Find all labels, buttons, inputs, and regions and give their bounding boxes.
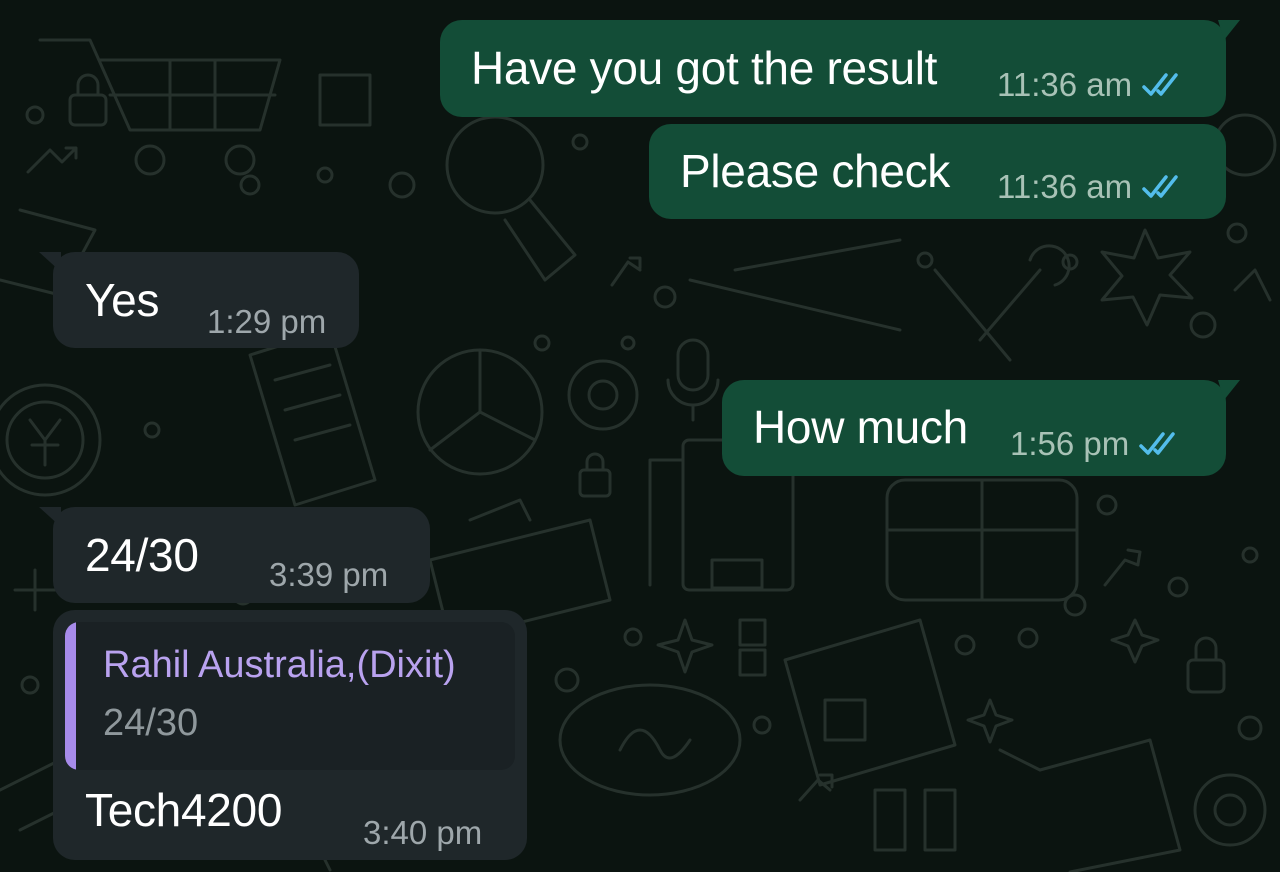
message-bubble-outgoing[interactable]: Please check 11:36 am bbox=[649, 124, 1226, 219]
bubble-tail bbox=[39, 252, 61, 272]
message-meta: 11:36 am bbox=[997, 68, 1184, 101]
quoted-author: Rahil Australia,(Dixit) bbox=[103, 644, 456, 686]
message-time: 3:39 pm bbox=[269, 556, 389, 593]
bubble-tail bbox=[39, 507, 61, 527]
double-check-icon bbox=[1142, 72, 1178, 96]
message-time: 11:36 am bbox=[997, 66, 1133, 103]
message-list[interactable]: Have you got the result 11:36 am Please … bbox=[0, 0, 1280, 872]
message-text: Yes bbox=[85, 274, 160, 326]
message-meta: 3:40 pm bbox=[363, 816, 482, 849]
message-bubble-incoming[interactable]: 24/30 3:39 pm bbox=[39, 507, 430, 603]
message-meta: 1:56 pm bbox=[1010, 427, 1181, 460]
bubble-tail bbox=[1218, 380, 1240, 400]
message-bubble-incoming[interactable]: Yes 1:29 pm bbox=[39, 252, 359, 348]
message-bubble-incoming-reply[interactable]: Rahil Australia,(Dixit) 24/30 Tech4200 3… bbox=[53, 610, 527, 860]
double-check-icon bbox=[1142, 174, 1178, 198]
double-check-icon bbox=[1139, 431, 1175, 455]
quote-accent-bar bbox=[65, 622, 76, 770]
message-text: 24/30 bbox=[85, 529, 199, 581]
message-text: How much bbox=[753, 401, 968, 453]
message-text: Tech4200 bbox=[85, 784, 283, 836]
message-time: 1:29 pm bbox=[207, 303, 327, 340]
message-text: Please check bbox=[680, 145, 950, 197]
message-bubble-outgoing[interactable]: How much 1:56 pm bbox=[722, 380, 1240, 476]
quoted-text: 24/30 bbox=[103, 702, 199, 744]
quoted-message[interactable]: Rahil Australia,(Dixit) 24/30 bbox=[65, 622, 515, 770]
bubble-tail bbox=[1218, 20, 1240, 40]
message-time: 3:40 pm bbox=[363, 814, 483, 851]
message-text: Have you got the result bbox=[471, 42, 938, 94]
message-time: 1:56 pm bbox=[1010, 425, 1130, 462]
message-meta: 1:29 pm bbox=[207, 305, 326, 338]
message-meta: 11:36 am bbox=[997, 170, 1184, 203]
message-meta: 3:39 pm bbox=[269, 558, 388, 591]
message-time: 11:36 am bbox=[997, 168, 1133, 205]
message-bubble-outgoing[interactable]: Have you got the result 11:36 am bbox=[440, 20, 1240, 117]
